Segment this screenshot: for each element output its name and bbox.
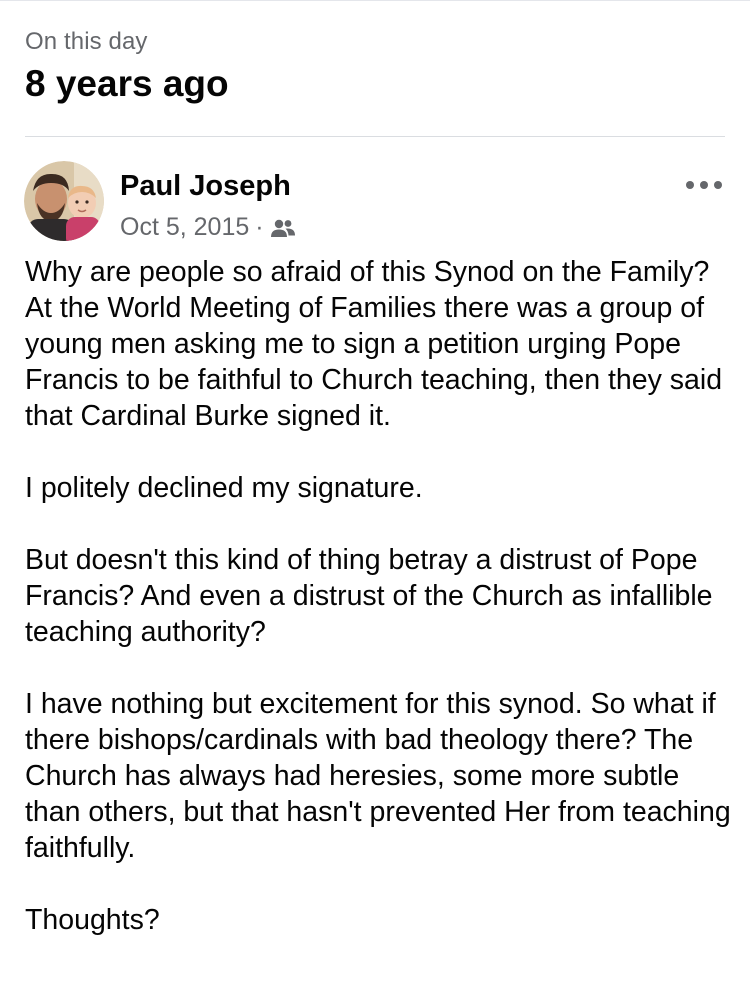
- meta-separator: ·: [255, 213, 264, 241]
- post-meta: Oct 5, 2015 ·: [120, 211, 296, 243]
- post-paragraph: But doesn't this kind of thing betray a …: [25, 544, 713, 648]
- top-border: [0, 0, 750, 1]
- memory-header: On this day 8 years ago: [25, 26, 229, 107]
- post-paragraph: I have nothing but excitement for this s…: [25, 688, 731, 864]
- more-options-icon[interactable]: [686, 175, 722, 195]
- author-name[interactable]: Paul Joseph: [120, 168, 291, 204]
- friends-icon[interactable]: [270, 216, 296, 238]
- avatar-photo: [24, 161, 104, 241]
- post-body: Why are people so afraid of this Synod o…: [25, 254, 737, 938]
- more-dot: [700, 181, 708, 189]
- post-paragraph: Thoughts?: [25, 904, 160, 936]
- memory-eyebrow: On this day: [25, 28, 148, 55]
- section-divider: [25, 136, 725, 137]
- post-paragraph: Why are people so afraid of this Synod o…: [25, 256, 723, 432]
- post-paragraph: I politely declined my signature.: [25, 472, 423, 504]
- more-dot: [714, 181, 722, 189]
- avatar[interactable]: [24, 161, 104, 241]
- post-date[interactable]: Oct 5, 2015: [120, 211, 249, 243]
- memory-headline: 8 years ago: [25, 63, 229, 104]
- post-header: Paul Joseph Oct 5, 2015 ·: [24, 161, 726, 243]
- more-dot: [686, 181, 694, 189]
